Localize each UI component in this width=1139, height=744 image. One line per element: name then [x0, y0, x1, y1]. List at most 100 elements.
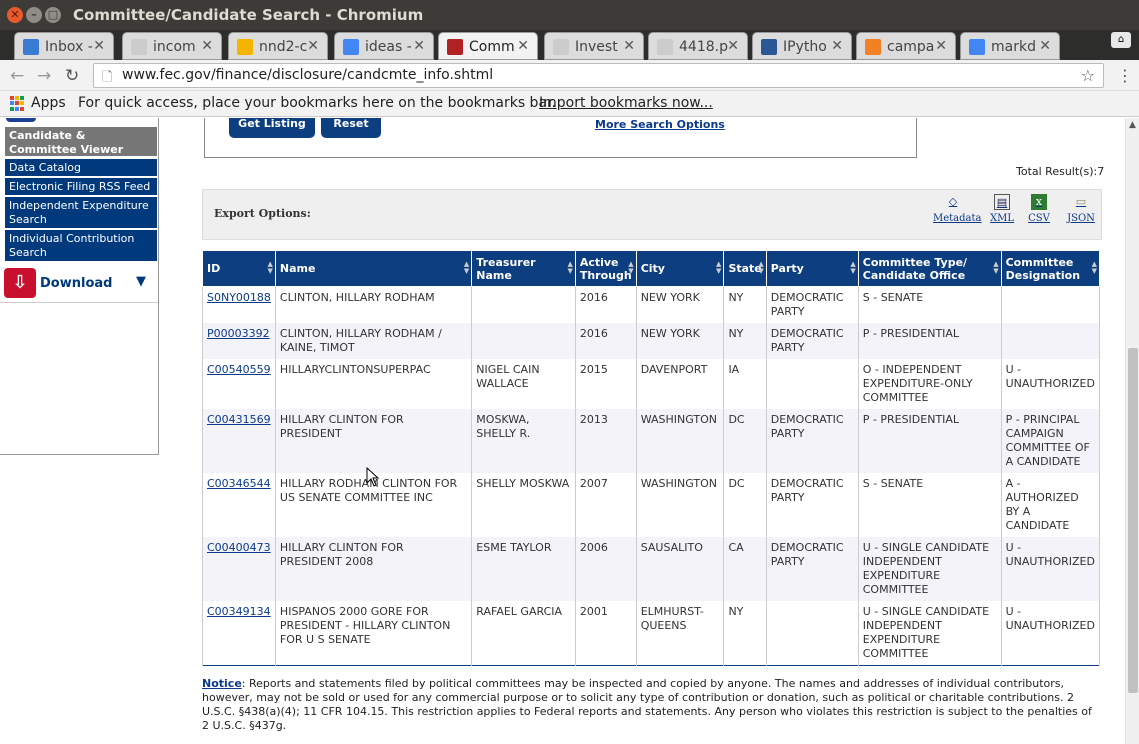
sort-icon[interactable]: ▲ ▼ — [716, 261, 721, 275]
committee-id-link[interactable]: C00400473 — [207, 541, 271, 554]
scrollbar-thumb[interactable] — [1128, 348, 1138, 693]
tab-0[interactable]: Inbox - ✕ — [14, 32, 114, 60]
back-button[interactable]: ← — [10, 66, 24, 86]
column-header[interactable]: Committee Designation ▲ ▼ — [1000, 250, 1101, 287]
tab-2[interactable]: nnd2-c ✕ — [228, 32, 328, 60]
table-header-row: ID ▲ ▼ Name ▲ ▼ Treasurer Name ▲ ▼ Active Through… — [202, 250, 1101, 287]
column-header[interactable]: ID ▲ ▼ — [202, 250, 276, 287]
fec-seal-icon — [447, 39, 463, 55]
maximize-window-button[interactable]: □ — [45, 7, 61, 23]
sort-icon[interactable]: ▲ ▼ — [567, 261, 572, 275]
committee-id-link[interactable]: C00346544 — [207, 477, 271, 490]
column-header[interactable]: Active Through ▲ ▼ — [574, 250, 637, 287]
column-header[interactable]: Name ▲ ▼ — [274, 250, 473, 287]
close-tab-icon[interactable]: ✕ — [201, 38, 213, 54]
get-listing-button[interactable]: Get Listing — [229, 118, 315, 138]
sidebar-item-candidate-committee-viewer[interactable]: Candidate & Committee Viewer — [5, 127, 157, 157]
committee-id-link[interactable]: S0NY00188 — [207, 291, 271, 304]
sort-icon[interactable]: ▲ ▼ — [268, 261, 273, 275]
table-cell: C00346544 — [202, 473, 276, 537]
tab-7[interactable]: IPytho ✕ — [752, 32, 852, 60]
column-header-label: City — [640, 262, 665, 275]
sort-icon[interactable]: ▲ ▼ — [1092, 261, 1097, 275]
profile-icon[interactable]: ⌂ — [1111, 32, 1131, 48]
tab-5[interactable]: Invest ✕ — [544, 32, 644, 60]
table-cell: CLINTON, HILLARY RODHAM / KAINE, TIMOT — [274, 323, 473, 359]
tab-3[interactable]: ideas - ✕ — [334, 32, 434, 60]
committee-id-link[interactable]: C00349134 — [207, 605, 271, 618]
table-cell: ESME TAYLOR — [471, 537, 576, 601]
close-tab-icon[interactable]: ✕ — [517, 38, 529, 54]
download-label: Download — [40, 276, 113, 291]
apps-link[interactable]: Apps — [31, 95, 66, 111]
column-header[interactable]: Treasurer Name ▲ ▼ — [471, 250, 576, 287]
sort-icon[interactable]: ▲ ▼ — [850, 261, 855, 275]
export-json-link[interactable]: ▭ JSON — [1061, 194, 1101, 224]
browser-menu-icon[interactable]: ⋮ — [1117, 66, 1133, 85]
sort-icon[interactable]: ▲ ▼ — [993, 261, 998, 275]
table-cell: HISPANOS 2000 GORE FOR PRESIDENT - HILLA… — [274, 601, 473, 666]
table-cell: IA — [723, 359, 767, 409]
column-header[interactable]: Party ▲ ▼ — [765, 250, 859, 287]
reset-button[interactable]: Reset — [321, 118, 381, 138]
table-cell: 2006 — [574, 537, 637, 601]
sort-icon[interactable]: ▲ ▼ — [628, 261, 633, 275]
import-bookmarks-link[interactable]: Import bookmarks now... — [539, 95, 713, 111]
tab-label: IPytho — [783, 39, 827, 55]
sort-icon[interactable]: ▲ ▼ — [758, 261, 763, 275]
close-tab-icon[interactable]: ✕ — [413, 38, 425, 54]
address-bar[interactable]: 🗋 www.fec.gov/finance/disclosure/candcmt… — [93, 63, 1104, 88]
committee-id-link[interactable]: P00003392 — [207, 327, 270, 340]
tab-label: Comm — [469, 39, 515, 55]
sidebar-item-rss-feed[interactable]: Electronic Filing RSS Feed — [5, 178, 157, 196]
close-tab-icon[interactable]: ✕ — [93, 38, 105, 54]
column-header-label: Name — [279, 262, 316, 275]
tab-4[interactable]: Comm ✕ — [438, 32, 538, 60]
table-cell: S0NY00188 — [202, 286, 276, 323]
tab-6[interactable]: 4418.p ✕ — [648, 32, 748, 60]
apps-grid-icon[interactable] — [10, 96, 25, 111]
table-cell: HILLARY CLINTON FOR PRESIDENT 2008 — [274, 537, 473, 601]
bookmark-star-icon[interactable]: ☆ — [1081, 66, 1095, 85]
window-title: Committee/Candidate Search - Chromium — [73, 6, 424, 24]
column-header[interactable]: State ▲ ▼ — [723, 250, 767, 287]
scroll-up-icon[interactable]: ▲ — [1129, 120, 1136, 130]
committee-id-link[interactable]: C00431569 — [207, 413, 271, 426]
committee-id-link[interactable]: C00540559 — [207, 363, 271, 376]
sidebar-item-independent-expenditure[interactable]: Independent Expenditure Search — [5, 197, 157, 229]
close-tab-icon[interactable]: ✕ — [307, 38, 319, 54]
reload-button[interactable]: ↻ — [65, 66, 79, 86]
close-tab-icon[interactable]: ✕ — [727, 38, 739, 54]
download-menu[interactable]: ⇩ Download ▼ — [4, 268, 156, 300]
column-header[interactable]: Committee Type/ Candidate Office ▲ ▼ — [857, 250, 1002, 287]
table-cell: DEMOCRATIC PARTY — [765, 286, 859, 323]
divider — [0, 302, 158, 303]
sort-icon[interactable]: ▲ ▼ — [464, 261, 469, 275]
xml-icon: ▤ — [994, 194, 1010, 210]
minimize-window-button[interactable]: – — [26, 7, 42, 23]
forward-button[interactable]: → — [37, 66, 51, 86]
page-info-icon[interactable]: 🗋 — [102, 68, 112, 90]
close-tab-icon[interactable]: ✕ — [935, 38, 947, 54]
tab-9[interactable]: markd ✕ — [960, 32, 1060, 60]
close-tab-icon[interactable]: ✕ — [1039, 38, 1051, 54]
export-csv-link[interactable]: x CSV — [1019, 194, 1059, 224]
more-search-options-link[interactable]: More Search Options — [595, 118, 725, 131]
export-metadata-link[interactable]: ◇ Metadata — [933, 194, 981, 224]
notice-link[interactable]: Notice — [202, 677, 242, 690]
close-window-button[interactable]: ✕ — [7, 7, 23, 23]
sidebar-item-individual-contribution[interactable]: Individual Contribution Search — [5, 230, 157, 262]
table-cell: DEMOCRATIC PARTY — [765, 409, 859, 473]
column-header[interactable]: City ▲ ▼ — [635, 250, 725, 287]
export-xml-link[interactable]: ▤ XML — [982, 194, 1022, 224]
tab-8[interactable]: campa ✕ — [856, 32, 956, 60]
chevron-down-icon[interactable]: ▼ — [136, 274, 146, 289]
vertical-scrollbar[interactable]: ▲ — [1125, 118, 1139, 744]
table-cell: CLINTON, HILLARY RODHAM — [274, 286, 473, 323]
column-header-label: ID — [207, 262, 221, 275]
close-tab-icon[interactable]: ✕ — [831, 38, 843, 54]
close-tab-icon[interactable]: ✕ — [623, 38, 635, 54]
sidebar-item-data-catalog[interactable]: Data Catalog — [5, 159, 157, 177]
table-cell: U - SINGLE CANDIDATE INDEPENDENT EXPENDI… — [857, 601, 1002, 666]
tab-1[interactable]: incom ✕ — [122, 32, 222, 60]
